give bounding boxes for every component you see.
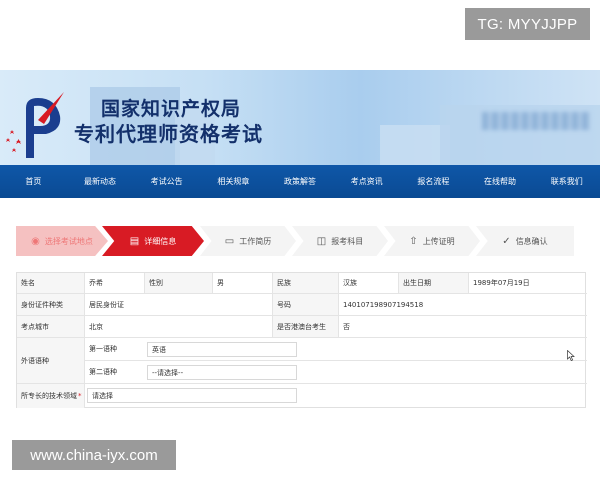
city-value: 北京 <box>85 316 273 338</box>
book-icon: ◫ <box>316 235 327 247</box>
step-label: 报考科目 <box>331 236 364 246</box>
hk-student-value: 否 <box>339 316 587 338</box>
header-title-org: 国家知识产权局 <box>101 98 242 120</box>
nav-item-regulations[interactable]: 相关规章 <box>200 176 267 187</box>
required-asterisk: * <box>78 392 82 400</box>
step-label: 选择考试地点 <box>44 236 93 246</box>
city-label: 考点城市 <box>17 316 85 338</box>
cnipa-logo-icon <box>6 92 64 158</box>
tech-field-label-cell: 所专长的技术领域 * <box>17 384 85 408</box>
step-details[interactable]: ▤ 详细信息 <box>102 226 204 256</box>
header-title-exam: 专利代理师资格考试 <box>74 122 263 146</box>
nav-item-policy-faq[interactable]: 政策解答 <box>267 176 334 187</box>
lang1-label: 第一语种 <box>89 345 117 353</box>
id-type-value: 居民身份证 <box>85 294 273 316</box>
nav-item-registration[interactable]: 报名流程 <box>400 176 467 187</box>
step-label: 详细信息 <box>144 236 177 246</box>
name-value: 乔希 <box>85 273 145 294</box>
nav-item-help[interactable]: 在线帮助 <box>467 176 534 187</box>
step-upload-proof[interactable]: ⇧ 上传证明 <box>384 226 480 256</box>
registration-steps: ◉ 选择考试地点 ▤ 详细信息 ▭ 工作简历 ◫ 报考科目 ⇧ 上传证明 ✓ 信… <box>16 226 586 256</box>
blurred-text <box>482 112 590 130</box>
upload-icon: ⇧ <box>409 235 418 247</box>
nav-item-news[interactable]: 最新动态 <box>67 176 134 187</box>
id-type-label: 身份证件种类 <box>17 294 85 316</box>
birth-label: 出生日期 <box>399 273 469 294</box>
tech-field-select[interactable]: 请选择 <box>87 388 297 403</box>
location-icon: ◉ <box>31 235 40 247</box>
document-icon: ▤ <box>129 235 140 247</box>
hk-student-label: 是否港澳台考生 <box>273 316 339 338</box>
name-label: 姓名 <box>17 273 85 294</box>
step-select-location[interactable]: ◉ 选择考试地点 <box>16 226 108 256</box>
lang2-select[interactable]: --请选择-- <box>147 365 297 380</box>
watermark-bottom: www.china-iyx.com <box>12 440 176 470</box>
mouse-cursor-icon <box>567 350 575 361</box>
nav-item-home[interactable]: 首页 <box>0 176 67 187</box>
id-number-value: 140107198907194518 <box>339 294 587 316</box>
step-label: 工作简历 <box>239 236 272 246</box>
main-nav: 首页 最新动态 考试公告 相关规章 政策解答 考点资讯 报名流程 在线帮助 联系… <box>0 165 600 198</box>
lang1-select[interactable]: 英语 <box>147 342 297 357</box>
tech-field-label: 所专长的技术领域 <box>21 392 77 400</box>
ethnicity-value: 汉族 <box>339 273 399 294</box>
step-confirm[interactable]: ✓ 信息确认 <box>476 226 574 256</box>
foreign-language-label: 外语语种 <box>17 338 85 384</box>
step-label: 信息确认 <box>515 236 548 246</box>
nav-item-exam-sites[interactable]: 考点资讯 <box>333 176 400 187</box>
birth-value: 1989年07月19日 <box>469 273 587 294</box>
folder-icon: ▭ <box>224 235 235 247</box>
details-form: 姓名 乔希 性别 男 民族 汉族 出生日期 1989年07月19日 身份证件种类… <box>16 272 587 408</box>
lang2-label: 第二语种 <box>89 368 117 376</box>
nav-item-announcements[interactable]: 考试公告 <box>133 176 200 187</box>
check-circle-icon: ✓ <box>502 235 511 247</box>
gender-label: 性别 <box>145 273 213 294</box>
step-subjects[interactable]: ◫ 报考科目 <box>292 226 388 256</box>
nav-item-contact[interactable]: 联系我们 <box>533 176 600 187</box>
gender-value: 男 <box>213 273 273 294</box>
header-banner: 国家知识产权局 专利代理师资格考试 <box>0 70 600 165</box>
id-number-label: 号码 <box>273 294 339 316</box>
ethnicity-label: 民族 <box>273 273 339 294</box>
step-label: 上传证明 <box>422 236 455 246</box>
watermark-top: TG: MYYJJPP <box>465 8 590 40</box>
step-work-history[interactable]: ▭ 工作简历 <box>200 226 296 256</box>
